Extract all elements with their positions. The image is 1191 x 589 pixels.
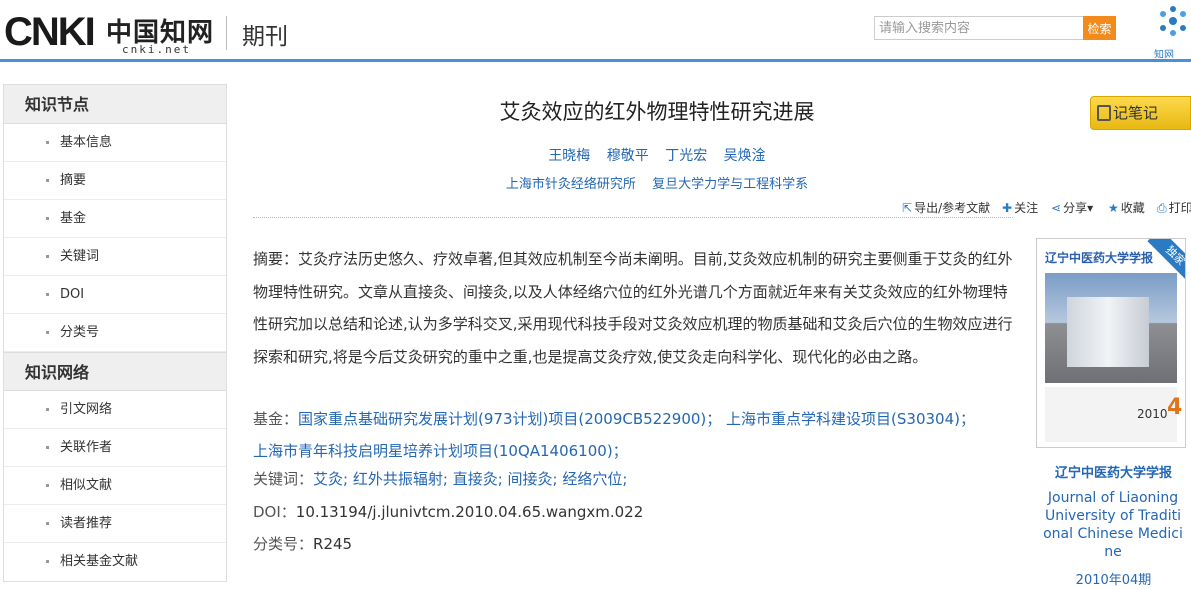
search-input[interactable] (874, 16, 1084, 40)
organization-list: 上海市针灸经络研究所 复旦大学力学与工程科学系 (253, 173, 1061, 192)
fund-section: 基金：国家重点基础研究发展计划(973计划)项目(2009CB522900)； … (253, 403, 1023, 467)
doi-value: 10.13194/j.jlunivtcm.2010.04.65.wangxm.0… (295, 503, 644, 521)
print-icon: ⎙ (1157, 201, 1167, 215)
corner-logo-text: 知网 (1154, 50, 1174, 58)
export-button[interactable]: ⇱ 导出/参考文献 (902, 199, 990, 216)
doi-label: DOI： (253, 503, 296, 521)
sidebar-item-reader-recommend[interactable]: 读者推荐 (4, 505, 226, 543)
export-label: 导出/参考文献 (914, 201, 991, 215)
sidebar-item-citation-network[interactable]: 引文网络 (4, 391, 226, 429)
author-link[interactable]: 王晓梅 (548, 148, 590, 164)
export-icon: ⇱ (902, 201, 913, 215)
share-label: 分享 (1063, 201, 1088, 215)
chevron-down-icon: ▾ (1087, 201, 1094, 215)
author-link[interactable]: 丁光宏 (665, 148, 707, 164)
section-title[interactable]: 期刊 (242, 17, 288, 51)
abstract-text: 艾灸疗法历史悠久、疗效卓著,但其效应机制至今尚未阐明。目前,艾灸效应机制的研究主… (253, 250, 1013, 366)
article-title: 艾灸效应的红外物理特性研究进展 (499, 100, 815, 124)
cover-building (1067, 297, 1149, 367)
cover-year: 2010 (1137, 407, 1168, 421)
abstract-label: 摘要： (253, 250, 299, 268)
share-button[interactable]: ⋖ 分享▾ (1051, 199, 1093, 216)
plus-icon: ✚ (1002, 201, 1013, 215)
sidebar: 知识节点 基本信息 摘要 基金 关键词 DOI 分类号 知识网络 引文网络 关联… (3, 84, 227, 582)
logo-domain: cnki.net (122, 43, 191, 56)
take-note-button[interactable]: 记笔记 (1090, 96, 1191, 130)
sidebar-item-similar-docs[interactable]: 相似文献 (4, 467, 226, 505)
sidebar-item-keywords[interactable]: 关键词 (4, 238, 226, 276)
header: CNKI 中国知网 cnki.net 期刊 检索 知网 (0, 0, 1191, 62)
fund-link[interactable]: 国家重点基础研究发展计划(973计划)项目(2009CB522900)； (298, 410, 721, 428)
journal-name-en[interactable]: Journal of Liaoning University of Tradit… (1043, 489, 1183, 561)
sidebar-item-related-authors[interactable]: 关联作者 (4, 429, 226, 467)
header-divider (226, 16, 227, 50)
doi-section: DOI：10.13194/j.jlunivtcm.2010.04.65.wang… (253, 500, 1023, 524)
journal-cover[interactable]: 辽宁中医药大学学报 独家 2010 4 (1036, 238, 1186, 448)
sidebar-item-doi[interactable]: DOI (4, 276, 226, 314)
note-icon (1097, 105, 1111, 121)
print-label: 打印 (1168, 201, 1191, 215)
organization-link[interactable]: 上海市针灸经络研究所 (506, 177, 636, 192)
sidebar-item-abstract[interactable]: 摘要 (4, 162, 226, 200)
fund-link[interactable]: 上海市重点学科建设项目(S30304)； (726, 410, 975, 428)
author-link[interactable]: 穆敬平 (607, 148, 649, 164)
take-note-label: 记笔记 (1113, 104, 1159, 122)
article-toolbar: ⇱ 导出/参考文献 ✚ 关注 ⋖ 分享▾ ★ 收藏 ⎙ 打印 (900, 199, 1191, 219)
keyword-label: 关键词： (253, 470, 314, 488)
fund-label: 基金： (253, 410, 299, 428)
sidebar-item-related-fund-docs[interactable]: 相关基金文献 (4, 543, 226, 581)
follow-label: 关注 (1014, 201, 1039, 215)
favorite-button[interactable]: ★ 收藏 (1108, 199, 1145, 216)
keyword-link[interactable]: 红外共振辐射; (353, 470, 448, 488)
organization-link[interactable]: 复旦大学力学与工程科学系 (652, 177, 808, 192)
title-divider (253, 217, 1013, 218)
sidebar-item-fund[interactable]: 基金 (4, 200, 226, 238)
keyword-link[interactable]: 间接灸; (508, 470, 558, 488)
journal-issue-date[interactable]: 2010年04期 (1036, 569, 1191, 588)
class-no-label: 分类号： (253, 535, 314, 553)
sidebar-group-title: 知识网络 (4, 352, 226, 391)
favorite-label: 收藏 (1120, 201, 1145, 215)
keyword-link[interactable]: 直接灸; (453, 470, 503, 488)
corner-logo[interactable]: 知网 (1150, 2, 1191, 58)
journal-name-cn[interactable]: 辽宁中医药大学学报 (1036, 462, 1191, 481)
abstract-section: 摘要：艾灸疗法历史悠久、疗效卓著,但其效应机制至今尚未阐明。目前,艾灸效应机制的… (253, 243, 1015, 373)
sidebar-item-class-no[interactable]: 分类号 (4, 314, 226, 352)
sidebar-item-basic-info[interactable]: 基本信息 (4, 124, 226, 162)
cover-title: 辽宁中医药大学学报 (1045, 251, 1154, 265)
author-list: 王晓梅 穆敬平 丁光宏 吴焕淦 (253, 145, 1061, 165)
cover-issue: 4 (1167, 395, 1183, 420)
share-icon: ⋖ (1051, 201, 1062, 215)
cnki-logo[interactable]: CNKI 中国知网 cnki.net (4, 8, 214, 56)
star-icon: ★ (1108, 201, 1119, 215)
keyword-section: 关键词：艾灸; 红外共振辐射; 直接灸; 间接灸; 经络穴位; (253, 467, 1023, 491)
fund-link[interactable]: 上海市青年科技启明星培养计划项目(10QA1406100)； (253, 442, 628, 460)
logo-cnki-text: CNKI (4, 10, 96, 54)
follow-button[interactable]: ✚ 关注 (1002, 199, 1038, 216)
search-button[interactable]: 检索 (1083, 16, 1116, 40)
flower-logo-icon (1160, 6, 1186, 36)
class-no-section: 分类号：R245 (253, 532, 1023, 556)
keyword-link[interactable]: 经络穴位; (562, 470, 627, 488)
class-no-value: R245 (313, 535, 353, 553)
keyword-link[interactable]: 艾灸; (313, 470, 348, 488)
author-link[interactable]: 吴焕淦 (724, 148, 766, 164)
print-button[interactable]: ⎙ 打印 (1157, 199, 1191, 216)
sidebar-group-title: 知识节点 (4, 85, 226, 124)
